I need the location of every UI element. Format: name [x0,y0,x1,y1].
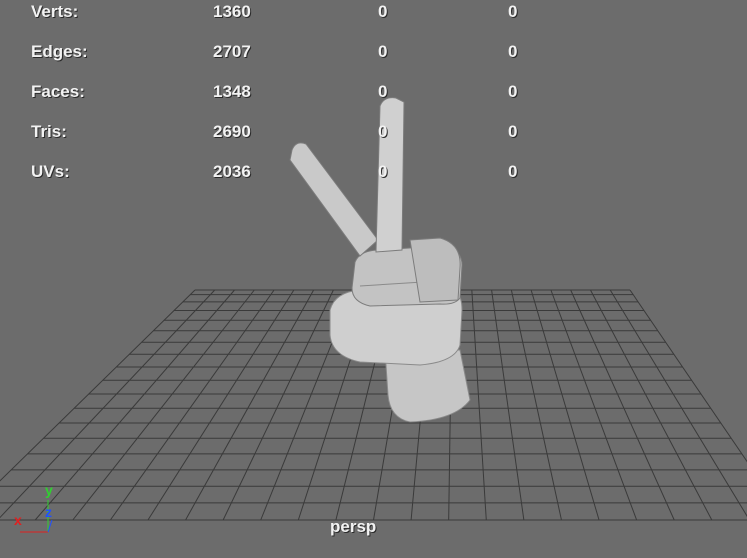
hud-extra-count: 0 [508,42,518,61]
hud-selected-count: 0 [378,122,388,141]
hud-extra-count: 0 [508,2,518,21]
hud-selected-count: 0 [378,162,388,181]
hud-extra-count: 0 [508,122,518,141]
hud-row-label: UVs: [31,162,70,181]
hud-extra-count: 0 [508,82,518,101]
hud-total-count: 2690 [213,122,251,141]
axis-y-label: y [45,482,53,498]
hud-total-count: 2707 [213,42,251,61]
hud-total-count: 1348 [213,82,251,101]
hud-row: Faces: 1348 0 0 [0,81,560,103]
hud-row: UVs: 2036 0 0 [0,161,560,183]
axis-z-label: z [45,504,52,520]
hud-row-label: Tris: [31,122,67,141]
hud-row: Edges: 2707 0 0 [0,41,560,63]
hud-row-label: Faces: [31,82,85,101]
hud-row: Tris: 2690 0 0 [0,121,560,143]
hand-model[interactable] [289,97,471,423]
hud-row-label: Edges: [31,42,88,61]
hud-selected-count: 0 [378,42,388,61]
axis-x-label: x [14,512,22,528]
hud-row-label: Verts: [31,2,79,21]
hud-extra-count: 0 [508,162,518,181]
hud-selected-count: 0 [378,2,388,21]
camera-label: persp [330,517,377,536]
hud-total-count: 1360 [213,2,251,21]
axis-gizmo-lines [20,500,53,533]
view-axis-gizmo: y z x [8,480,68,540]
hud-total-count: 2036 [213,162,251,181]
hud-selected-count: 0 [378,82,388,101]
hand-index-finger [289,142,379,257]
hud-row: Verts: 1360 0 0 [0,1,560,23]
perspective-viewport[interactable]: Verts: 1360 0 0 Edges: 2707 0 0 Faces: 1348 0 0 Tris… [0,0,747,558]
